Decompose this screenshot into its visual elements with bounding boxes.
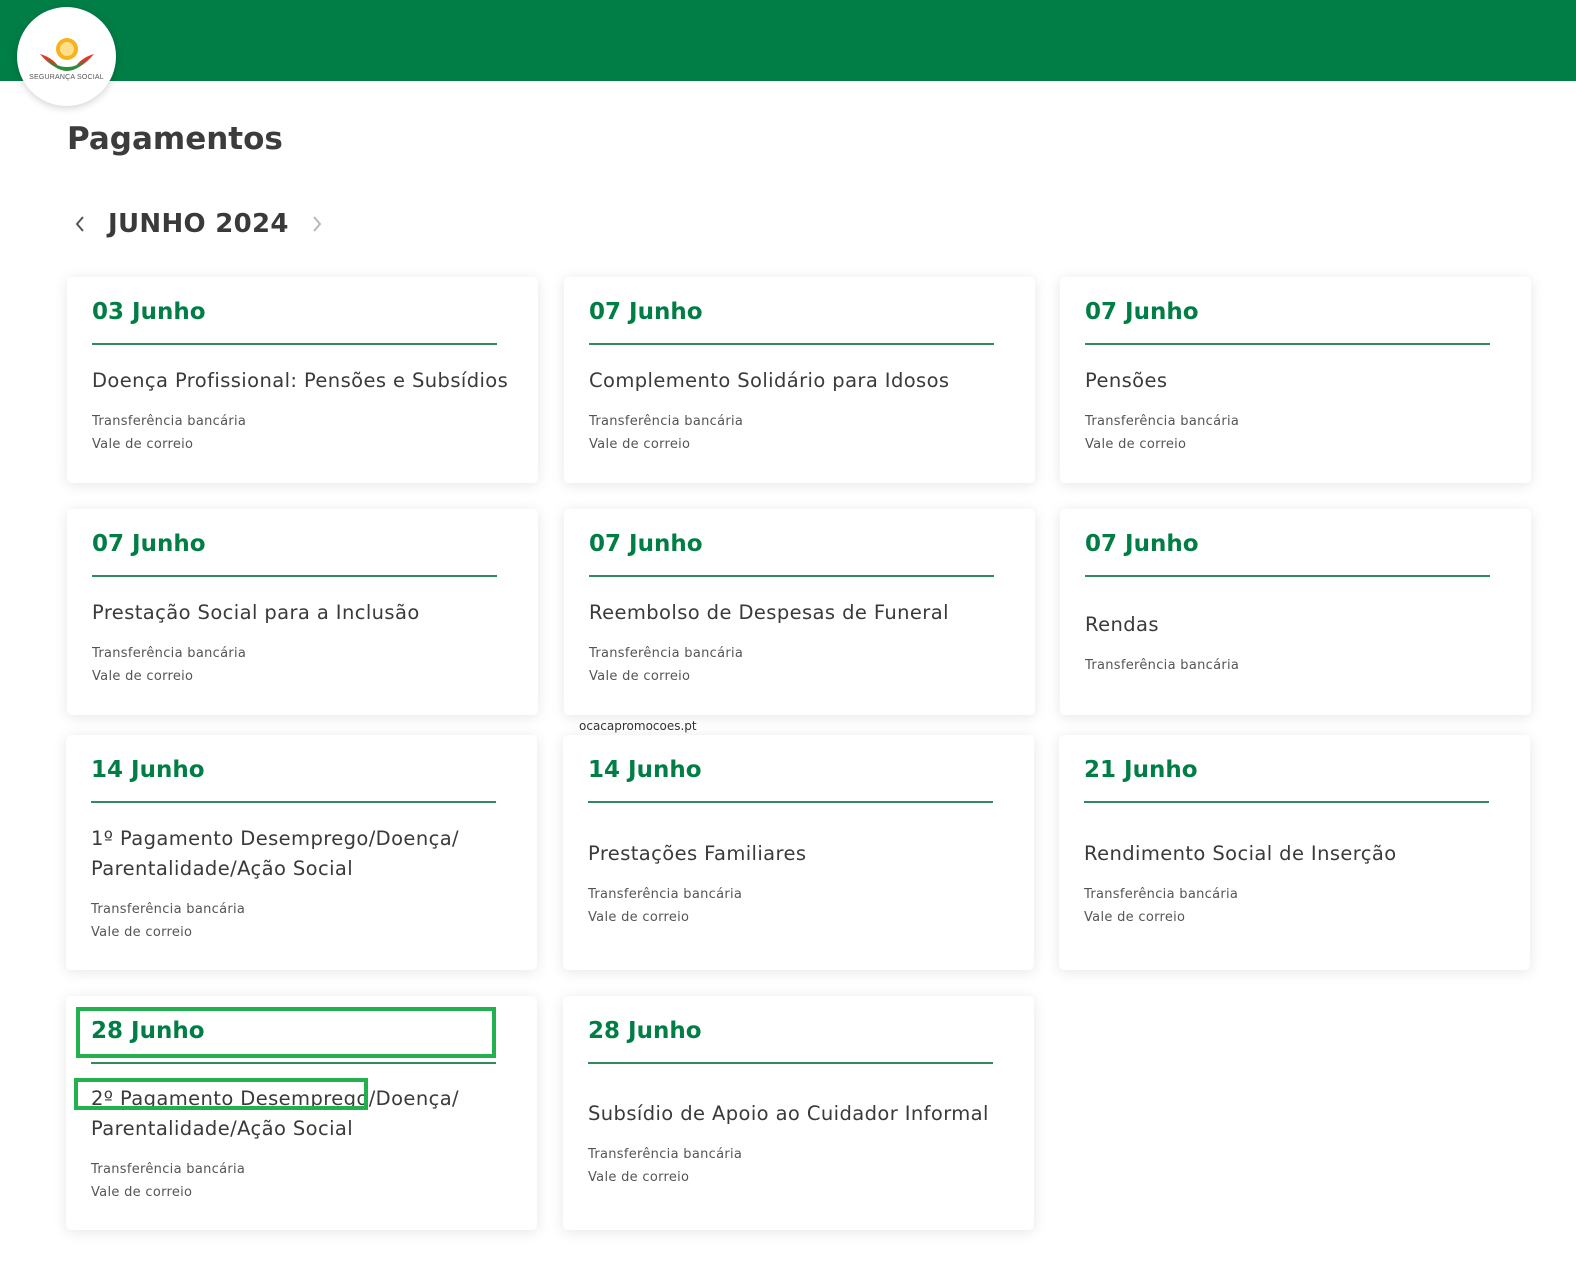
payment-title: 1º Pagamento Desemprego/Doença/ Parental…: [91, 826, 460, 880]
payment-title: Pensões: [1085, 369, 1168, 392]
highlight-box-date: [76, 1007, 496, 1058]
card-body: Rendimento Social de Inserção Transferên…: [1084, 803, 1510, 964]
payment-method: Vale de correio: [588, 1170, 690, 1185]
payment-method: Transferência bancária: [1085, 657, 1240, 673]
highlight-box-title: [74, 1078, 368, 1110]
payment-card[interactable]: 07 Junho Complemento Solidário para Idos…: [564, 277, 1035, 483]
payment-date: 07 Junho: [92, 531, 206, 557]
payment-card[interactable]: 21 Junho Rendimento Social de Inserção T…: [1059, 735, 1530, 970]
payment-method: Vale de correio: [91, 924, 193, 940]
top-bar: [0, 0, 1576, 81]
payment-method: Transferência bancária: [1084, 886, 1239, 902]
card-body: Prestação Social para a Inclusão Transfe…: [92, 577, 518, 709]
payment-title: Complemento Solidário para Idosos: [589, 369, 950, 392]
payment-methods: Transferência bancária Vale de correio: [91, 898, 517, 944]
payment-card[interactable]: 07 Junho Prestação Social para a Inclusã…: [67, 509, 538, 715]
card-body: Reembolso de Despesas de Funeral Transfe…: [589, 577, 1015, 709]
payment-date: 03 Junho: [92, 299, 206, 325]
payment-date: 21 Junho: [1084, 757, 1198, 783]
payment-method: Transferência bancária: [91, 1162, 246, 1177]
payment-method: Vale de correio: [1085, 437, 1187, 452]
logo-text: SEGURANÇA SOCIAL: [29, 74, 104, 81]
payment-methods: Transferência bancária Vale de correio: [1085, 410, 1511, 456]
payment-methods: Transferência bancária: [1085, 654, 1511, 677]
card-body: Rendas Transferência bancária: [1085, 577, 1511, 709]
payment-date: 07 Junho: [1085, 299, 1199, 325]
payment-methods: Transferência bancária Vale de correio: [589, 642, 1015, 688]
payment-title: Rendimento Social de Inserção: [1084, 841, 1397, 865]
payment-methods: Transferência bancária Vale de correio: [589, 410, 1015, 456]
watermark-text: ocacapromocoes.pt: [579, 719, 697, 733]
payment-card[interactable]: 28 Junho Subsídio de Apoio ao Cuidador I…: [563, 996, 1034, 1230]
logo-emblem-icon: [39, 38, 94, 71]
payment-method: Vale de correio: [91, 1185, 193, 1200]
payment-method: Vale de correio: [92, 669, 194, 684]
payment-method: Vale de correio: [589, 437, 691, 452]
month-navigator: JUNHO 2024: [68, 205, 329, 243]
card-body: Prestações Familiares Transferência banc…: [588, 803, 1014, 964]
payment-title: Subsídio de Apoio ao Cuidador Informal: [588, 1102, 989, 1125]
payment-method: Transferência bancária: [92, 414, 247, 429]
payment-date: 07 Junho: [589, 299, 703, 325]
payment-method: Transferência bancária: [588, 886, 743, 902]
payment-method: Vale de correio: [92, 437, 194, 452]
payment-method: Transferência bancária: [1085, 414, 1240, 429]
chevron-left-icon: [75, 216, 84, 232]
payment-method: Transferência bancária: [588, 1147, 743, 1162]
payment-card[interactable]: 14 Junho Prestações Familiares Transferê…: [563, 735, 1034, 970]
payment-date: 14 Junho: [588, 757, 702, 783]
payment-card[interactable]: 07 Junho Pensões Transferência bancária …: [1060, 277, 1531, 483]
payment-method: Vale de correio: [1084, 909, 1186, 925]
payment-method: Transferência bancária: [92, 646, 247, 661]
card-body: Complemento Solidário para Idosos Transf…: [589, 345, 1015, 477]
payment-methods: Transferência bancária Vale de correio: [1084, 883, 1510, 929]
payment-card[interactable]: 14 Junho 1º Pagamento Desemprego/Doença/…: [66, 735, 537, 970]
payment-title: Prestação Social para a Inclusão: [92, 601, 420, 624]
payment-date: 14 Junho: [91, 757, 205, 783]
next-month-button[interactable]: [305, 205, 329, 243]
payment-method: Vale de correio: [588, 909, 690, 925]
payment-card[interactable]: 03 Junho Doença Profissional: Pensões e …: [67, 277, 538, 483]
payment-date: 07 Junho: [1085, 531, 1199, 557]
payment-methods: Transferência bancária Vale de correio: [91, 1158, 517, 1204]
payment-title: Doença Profissional: Pensões e Subsídios: [92, 369, 509, 392]
payment-title: Prestações Familiares: [588, 841, 807, 865]
card-body: Pensões Transferência bancária Vale de c…: [1085, 345, 1511, 477]
payment-methods: Transferência bancária Vale de correio: [588, 883, 1014, 929]
payment-method: Transferência bancária: [589, 646, 744, 661]
payment-method: Transferência bancária: [91, 901, 246, 917]
payment-method: Vale de correio: [589, 669, 691, 684]
current-month-label: JUNHO 2024: [108, 209, 289, 239]
payment-methods: Transferência bancária Vale de correio: [92, 642, 518, 688]
payment-card[interactable]: 07 Junho Reembolso de Despesas de Funera…: [564, 509, 1035, 715]
payment-methods: Transferência bancária Vale de correio: [588, 1143, 1014, 1189]
payment-title: Rendas: [1085, 612, 1159, 636]
payment-date: 07 Junho: [589, 531, 703, 557]
previous-month-button[interactable]: [68, 205, 92, 243]
payment-title: Reembolso de Despesas de Funeral: [589, 601, 949, 624]
seguranca-social-logo[interactable]: SEGURANÇA SOCIAL: [17, 7, 116, 106]
page-title: Pagamentos: [67, 121, 283, 157]
card-body: 1º Pagamento Desemprego/Doença/ Parental…: [91, 803, 517, 964]
payment-card[interactable]: 07 Junho Rendas Transferência bancária: [1060, 509, 1531, 715]
chevron-right-icon: [313, 216, 322, 232]
card-body: Subsídio de Apoio ao Cuidador Informal T…: [588, 1064, 1014, 1224]
payment-method: Transferência bancária: [589, 414, 744, 429]
payment-methods: Transferência bancária Vale de correio: [92, 410, 518, 456]
card-body: Doença Profissional: Pensões e Subsídios…: [92, 345, 518, 477]
payment-date: 28 Junho: [588, 1018, 702, 1044]
